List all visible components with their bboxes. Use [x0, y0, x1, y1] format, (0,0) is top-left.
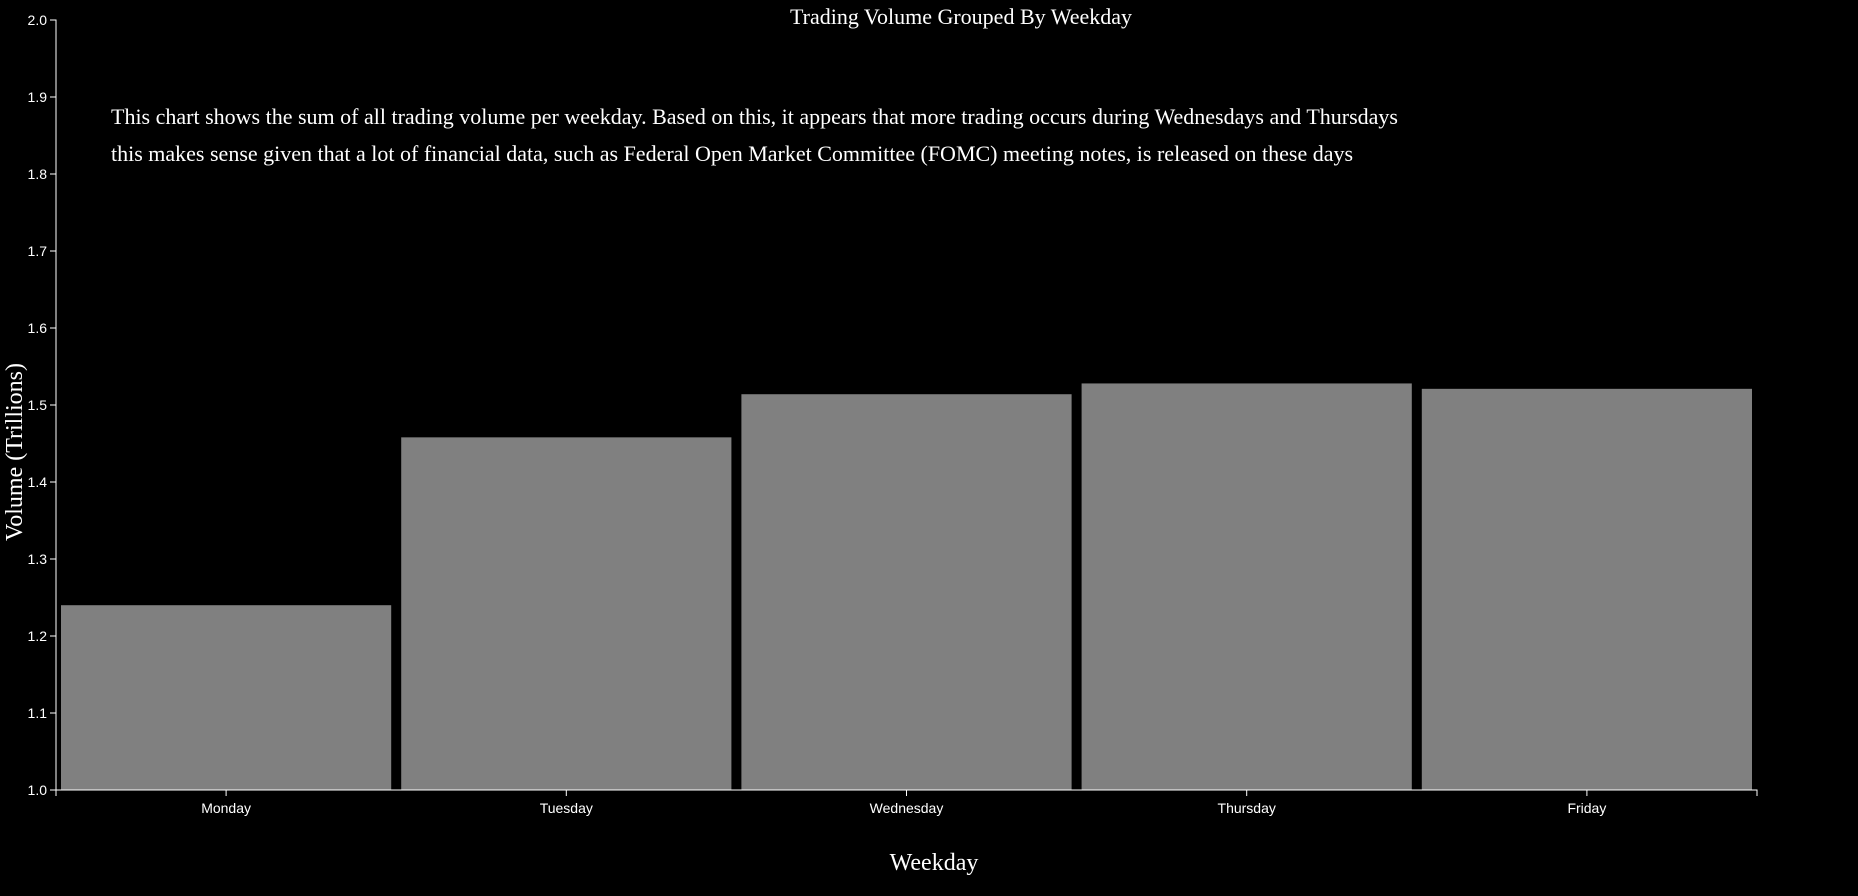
y-tick-label: 1.8 [28, 166, 48, 182]
bar-monday [61, 605, 392, 790]
y-tick-label: 1.9 [28, 89, 48, 105]
x-axis-title: Weekday [890, 850, 979, 876]
y-tick-label: 1.4 [28, 474, 48, 490]
x-tick-label: Friday [1567, 800, 1606, 816]
y-axis-title: Volume (Trillions) [2, 363, 28, 541]
x-axis: Monday Tuesday Wednesday Thursday Friday [55, 789, 1758, 816]
bar-tuesday [401, 437, 732, 790]
chart-root: Trading Volume Grouped By Weekday This c… [0, 0, 1858, 896]
bar-wednesday [741, 394, 1072, 790]
y-tick-label: 1.3 [28, 551, 48, 567]
bar-chart: Trading Volume Grouped By Weekday This c… [2, 4, 1758, 876]
bar-thursday [1081, 383, 1412, 790]
bar-friday [1421, 388, 1752, 790]
annotation-line-2: this makes sense given that a lot of fin… [111, 141, 1353, 166]
bars-group [61, 383, 1752, 790]
y-tick-label: 1.2 [28, 628, 48, 644]
y-tick-label: 2.0 [28, 12, 48, 28]
y-tick-label: 1.7 [28, 243, 48, 259]
x-tick-label: Monday [201, 800, 251, 816]
y-tick-label: 1.0 [28, 782, 48, 798]
x-tick-label: Thursday [1218, 800, 1276, 816]
y-tick-label: 1.5 [28, 397, 48, 413]
annotation-line-1: This chart shows the sum of all trading … [111, 104, 1398, 129]
chart-title: Trading Volume Grouped By Weekday [790, 4, 1132, 29]
y-axis: 1.0 1.1 1.2 1.3 1.4 1.5 1.6 1.7 1.8 1.9 2.0 [28, 12, 57, 798]
x-tick-label: Tuesday [540, 800, 593, 816]
y-tick-label: 1.6 [28, 320, 48, 336]
y-tick-label: 1.1 [28, 705, 48, 721]
x-tick-label: Wednesday [870, 800, 944, 816]
